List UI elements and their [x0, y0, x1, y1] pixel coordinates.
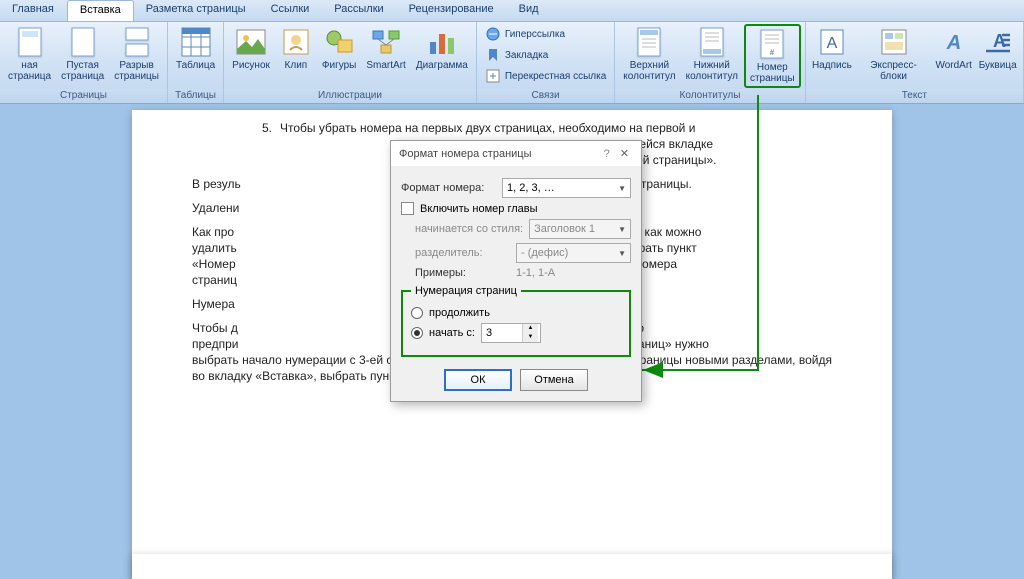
quickparts-icon [878, 26, 910, 58]
include-chapter-label: Включить номер главы [420, 203, 538, 215]
picture-button[interactable]: Рисунок [228, 24, 274, 73]
group-label: Иллюстрации [224, 89, 476, 103]
spin-up[interactable]: ▲ [523, 324, 538, 333]
chart-icon [426, 26, 458, 58]
continue-radio[interactable] [411, 307, 423, 319]
crossref-icon [485, 68, 501, 84]
textbox-icon: A [816, 26, 848, 58]
tab-home[interactable]: Главная [0, 0, 67, 21]
hyperlink-button[interactable]: Гиперссылка [481, 24, 610, 44]
bookmark-icon [485, 47, 501, 63]
table-button[interactable]: Таблица [172, 24, 219, 73]
tab-mail[interactable]: Рассылки [322, 0, 396, 21]
footer-button[interactable]: Нижний колонтитул [682, 24, 742, 84]
ok-button[interactable]: ОК [444, 369, 512, 391]
format-label: Формат номера: [401, 182, 496, 194]
group-label: Связи [477, 89, 614, 103]
table-icon [180, 26, 212, 58]
include-chapter-checkbox[interactable] [401, 202, 414, 215]
group-pages: ная страница Пустая страница Разрыв стра… [0, 22, 168, 103]
svg-text:A: A [827, 35, 838, 52]
list-number: 5. [192, 120, 272, 168]
tab-view[interactable]: Вид [507, 0, 552, 21]
number-format-combo[interactable]: 1, 2, 3, …▼ [502, 178, 631, 198]
page-number-button[interactable]: # Номер страницы [744, 24, 801, 88]
spin-down[interactable]: ▼ [523, 333, 538, 342]
document-page-next[interactable] [132, 554, 892, 579]
chevron-down-icon: ▼ [618, 249, 626, 258]
close-button[interactable]: ✕ [616, 147, 633, 160]
chart-button[interactable]: Диаграмма [412, 24, 472, 73]
shapes-icon [323, 26, 355, 58]
header-button[interactable]: Верхний колонтитул [619, 24, 679, 84]
quickparts-button[interactable]: Экспресс-блоки [856, 24, 931, 84]
footer-icon [696, 26, 728, 58]
clip-button[interactable]: Клип [276, 24, 316, 73]
group-links: Гиперссылка Закладка Перекрестная ссылка… [477, 22, 615, 103]
start-at-input[interactable] [482, 324, 522, 342]
tab-insert[interactable]: Вставка [67, 0, 134, 21]
dialog-titlebar[interactable]: Формат номера страницы ? ✕ [391, 141, 641, 166]
picture-icon [235, 26, 267, 58]
blank-page-button[interactable]: Пустая страница [57, 24, 108, 84]
start-at-label: начать с: [429, 327, 475, 339]
continue-label: продолжить [429, 307, 490, 319]
chevron-down-icon: ▼ [618, 225, 626, 234]
dropcap-button[interactable]: A Буквица [976, 24, 1019, 73]
group-label: Колонтитулы [615, 89, 804, 103]
wordart-button[interactable]: A WordArt [933, 24, 974, 73]
tab-layout[interactable]: Разметка страницы [134, 0, 259, 21]
hyperlink-icon [485, 26, 501, 42]
group-header-footer: Верхний колонтитул Нижний колонтитул # Н… [615, 22, 805, 103]
dropcap-icon: A [982, 26, 1014, 58]
page-icon [67, 26, 99, 58]
separator-combo: - (дефис)▼ [516, 243, 631, 263]
dialog-title: Формат номера страницы [399, 148, 598, 160]
group-label: Страницы [0, 89, 167, 103]
svg-text:#: # [770, 48, 775, 57]
group-label: Текст [806, 89, 1023, 103]
start-at-spinner[interactable]: ▲▼ [481, 323, 541, 343]
group-tables: Таблица Таблицы [168, 22, 224, 103]
separator-label: разделитель: [415, 247, 510, 259]
shapes-button[interactable]: Фигуры [318, 24, 360, 73]
smartart-icon [370, 26, 402, 58]
ribbon-tabs: Главная Вставка Разметка страницы Ссылки… [0, 0, 1024, 22]
page-icon [14, 26, 46, 58]
help-button[interactable]: ? [598, 148, 616, 160]
clip-icon [280, 26, 312, 58]
cancel-button[interactable]: Отмена [520, 369, 588, 391]
smartart-button[interactable]: SmartArt [362, 24, 409, 73]
tab-links[interactable]: Ссылки [259, 0, 323, 21]
page-break-button[interactable]: Разрыв страницы [110, 24, 163, 84]
fieldset-legend: Нумерация страниц [411, 285, 521, 297]
wordart-icon: A [938, 26, 970, 58]
page-numbering-fieldset: Нумерация страниц продолжить начать с: ▲… [401, 285, 631, 357]
ribbon: ная страница Пустая страница Разрыв стра… [0, 22, 1024, 104]
page-break-icon [121, 26, 153, 58]
starts-style-combo: Заголовок 1▼ [529, 219, 631, 239]
group-illustrations: Рисунок Клип Фигуры SmartArt Диаграмма И… [224, 22, 477, 103]
group-text: A Надпись Экспресс-блоки A WordArt A Бук… [806, 22, 1024, 103]
start-at-radio[interactable] [411, 327, 423, 339]
chevron-down-icon: ▼ [618, 184, 626, 193]
cover-page-button[interactable]: ная страница [4, 24, 55, 84]
page-number-icon: # [756, 28, 788, 60]
crossref-button[interactable]: Перекрестная ссылка [481, 66, 610, 86]
textbox-button[interactable]: A Надпись [810, 24, 854, 73]
page-number-format-dialog: Формат номера страницы ? ✕ Формат номера… [390, 140, 642, 402]
svg-text:A: A [945, 32, 960, 54]
starts-style-label: начинается со стиля: [415, 223, 523, 235]
header-icon [633, 26, 665, 58]
tab-review[interactable]: Рецензирование [397, 0, 507, 21]
examples-label: Примеры: [415, 267, 510, 279]
group-label: Таблицы [168, 89, 223, 103]
bookmark-button[interactable]: Закладка [481, 45, 610, 65]
